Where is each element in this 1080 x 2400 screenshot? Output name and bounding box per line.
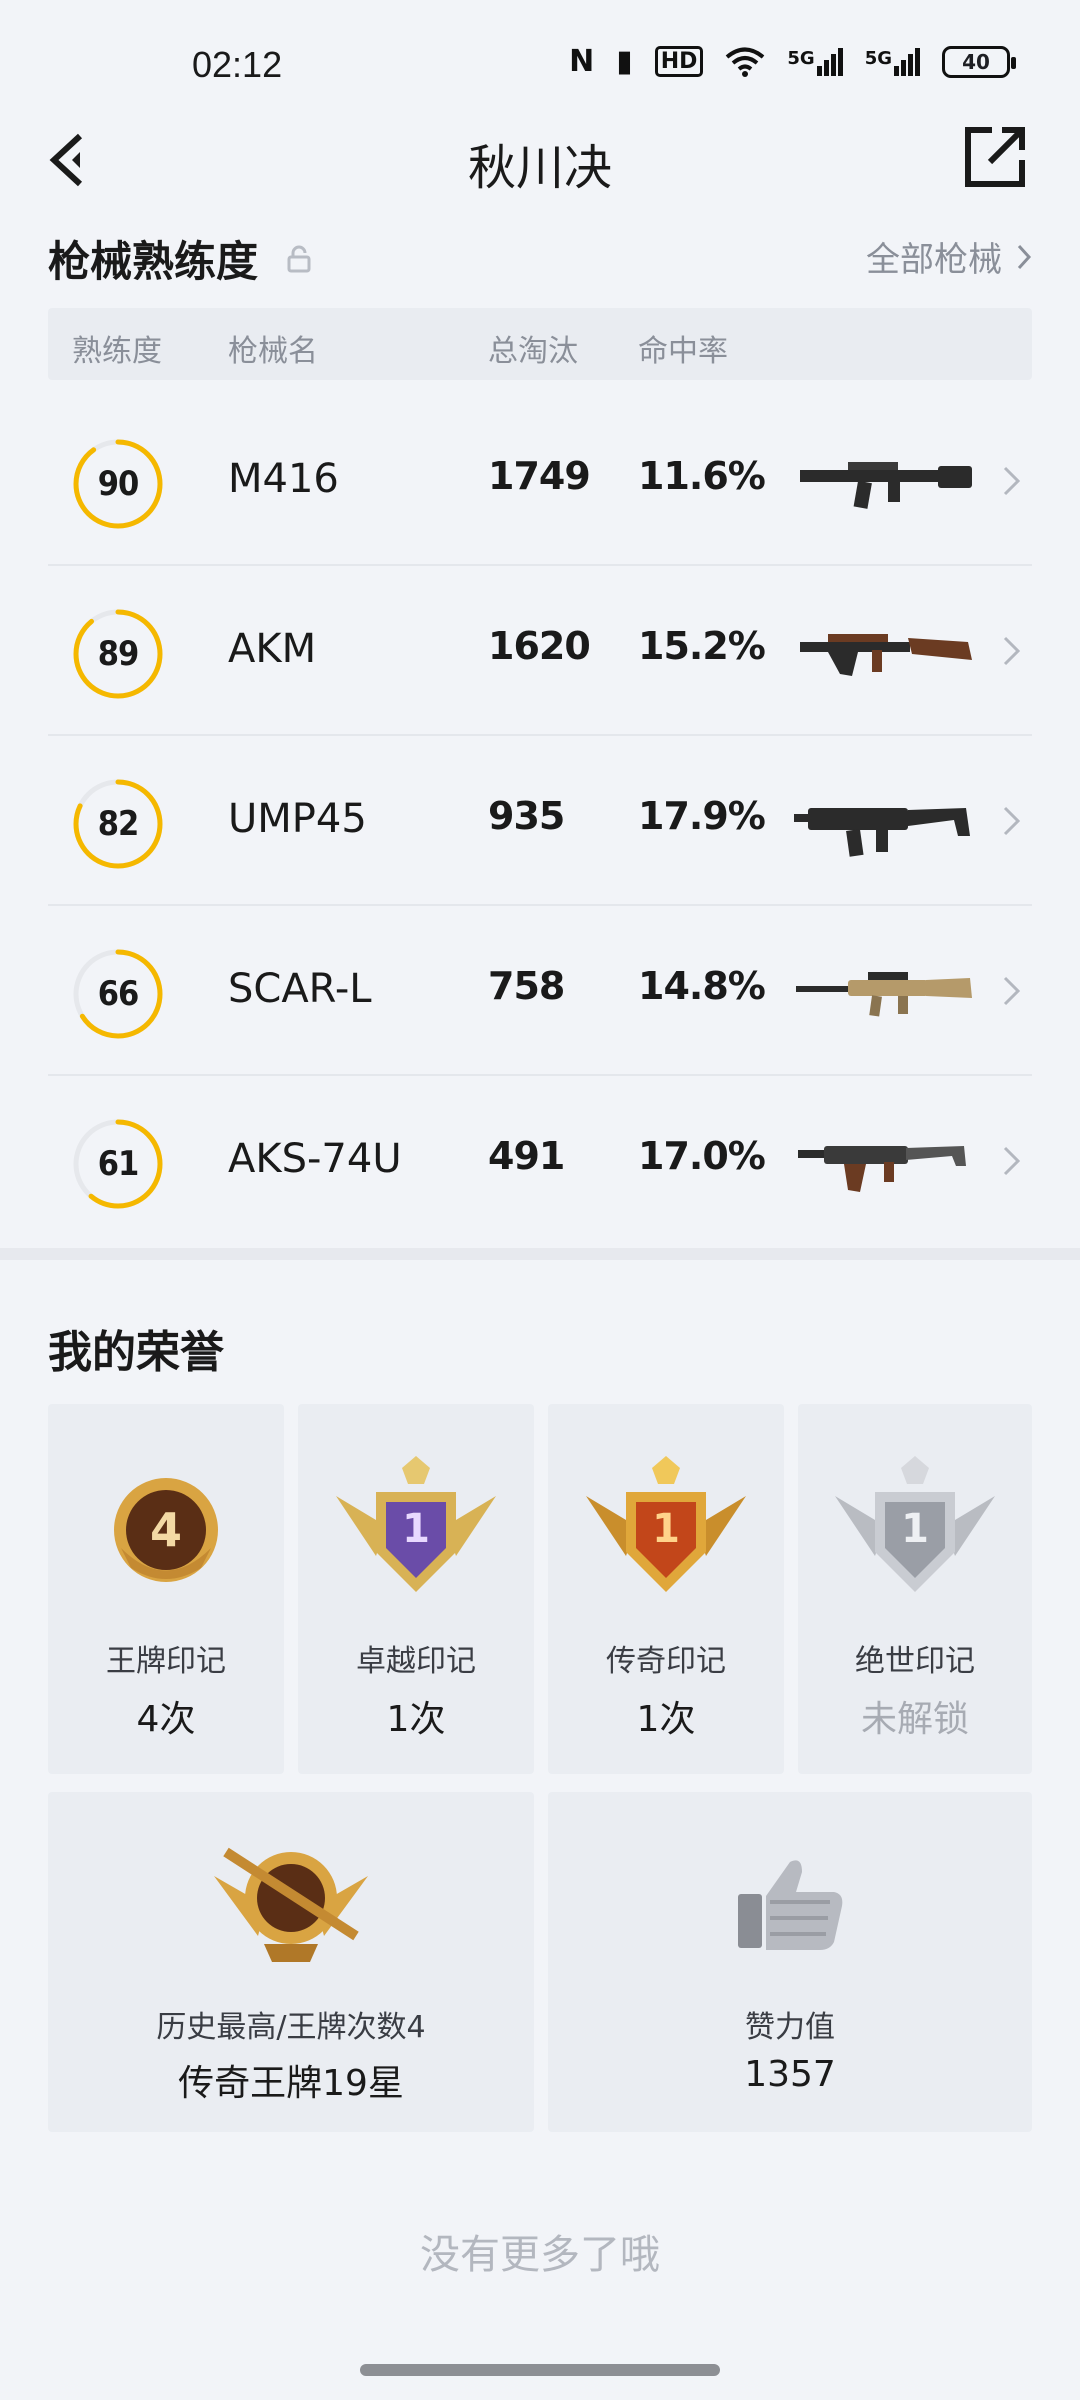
honor-card-peerless[interactable]: 1 绝世印记 未解锁 — [798, 1404, 1032, 1774]
likes-card[interactable]: 赞力值 1357 — [548, 1792, 1032, 2132]
home-indicator[interactable] — [360, 2364, 720, 2376]
chevron-right-icon — [1003, 976, 1021, 1006]
honor-value: 4次 — [136, 1699, 196, 1740]
ace-emblem-icon: 4 — [114, 1478, 218, 1582]
signal-icon-1: 5G — [787, 47, 843, 76]
column-header-level: 熟练度 — [72, 334, 162, 369]
gun-name: M416 — [228, 456, 339, 502]
honor-value: 1次 — [636, 1699, 696, 1740]
total-kills: 758 — [488, 964, 565, 1008]
highest-rank-emblem-icon — [214, 1847, 368, 1962]
weapon-mastery-header: 枪械熟练度 全部枪械 — [48, 228, 1032, 288]
column-header-rate: 命中率 — [638, 334, 728, 369]
chevron-right-icon — [1003, 806, 1021, 836]
page-title: 秋川决 — [467, 140, 612, 196]
honor-label: 王牌印记 — [106, 1644, 226, 1679]
gun-name: UMP45 — [228, 796, 367, 842]
gun-name: AKM — [228, 626, 317, 672]
highest-rank-value: 传奇王牌19星 — [178, 2063, 404, 2104]
highest-rank-label: 历史最高/王牌次数4 — [156, 2010, 426, 2045]
honor-card-legend[interactable]: 1 传奇印记 1次 — [548, 1404, 784, 1774]
chevron-right-icon — [1003, 636, 1021, 666]
gun-name: SCAR-L — [228, 966, 372, 1012]
hit-rate: 15.2% — [638, 624, 766, 668]
hit-rate: 17.0% — [638, 1134, 766, 1178]
table-row[interactable]: 61 AKS-74U 491 17.0% — [48, 1076, 1032, 1246]
table-row[interactable]: 89 AKM 1620 15.2% — [48, 566, 1032, 736]
likes-label: 赞力值 — [745, 2010, 835, 2045]
mastery-level: 82 — [97, 804, 140, 844]
chevron-right-icon — [1003, 1146, 1021, 1176]
vibrate-icon: ▮ — [616, 44, 633, 79]
battery-level: 40 — [962, 49, 990, 74]
wifi-icon — [726, 47, 765, 77]
gun-name: AKS-74U — [228, 1136, 402, 1182]
section-title: 枪械熟练度 — [48, 237, 259, 286]
section-divider — [0, 1248, 1080, 1260]
rifle-icon — [800, 462, 972, 509]
peerless-emblem-icon: 1 — [835, 1456, 995, 1592]
hit-rate: 17.9% — [638, 794, 766, 838]
all-guns-label: 全部枪械 — [866, 240, 1002, 280]
svg-text:1: 1 — [652, 1506, 680, 1552]
nfc-icon: N — [569, 44, 595, 79]
no-more-text: 没有更多了哦 — [420, 2232, 660, 2278]
total-kills: 1620 — [488, 624, 591, 668]
likes-value: 1357 — [744, 2054, 836, 2095]
chevron-right-icon — [1017, 244, 1032, 269]
legend-emblem-icon: 1 — [586, 1456, 746, 1592]
share-button[interactable] — [962, 124, 1028, 190]
signal-icon-2: 5G — [865, 47, 920, 76]
honor-value: 1次 — [386, 1699, 446, 1740]
status-icons: N ▮ HD 5G 5G 40 — [569, 44, 1016, 79]
hit-rate: 11.6% — [638, 454, 766, 498]
lock-icon[interactable] — [287, 245, 311, 273]
honor-value: 未解锁 — [860, 1699, 969, 1740]
highest-rank-card[interactable]: 历史最高/王牌次数4 传奇王牌19星 — [48, 1792, 534, 2132]
all-guns-link[interactable]: 全部枪械 — [866, 232, 1032, 281]
table-row[interactable]: 82 UMP45 935 17.9% — [48, 736, 1032, 906]
honor-label: 卓越印记 — [356, 1644, 476, 1679]
column-header-kills: 总淘汰 — [488, 334, 578, 369]
honor-card-ace[interactable]: 4 王牌印记 4次 — [48, 1404, 284, 1774]
honor-card-excellence[interactable]: 1 卓越印记 1次 — [298, 1404, 534, 1774]
hit-rate: 14.8% — [638, 964, 766, 1008]
nav-bar: 秋川决 — [0, 110, 1080, 210]
table-row[interactable]: 90 M416 1749 11.6% — [48, 396, 1032, 566]
total-kills: 935 — [488, 794, 565, 838]
total-kills: 491 — [488, 1134, 565, 1178]
honors-title: 我的荣誉 — [48, 1327, 224, 1378]
smg-icon — [794, 808, 970, 857]
honor-label: 绝世印记 — [855, 1644, 975, 1679]
mastery-level: 61 — [97, 1144, 140, 1184]
battery-icon: 40 — [942, 45, 1016, 78]
honor-label: 传奇印记 — [606, 1644, 726, 1679]
mastery-level: 90 — [97, 464, 140, 504]
table-header: 熟练度 枪械名 总淘汰 命中率 — [48, 308, 1032, 380]
total-kills: 1749 — [488, 454, 591, 498]
rifle-icon — [798, 1146, 966, 1192]
chevron-right-icon — [1003, 466, 1021, 496]
table-row[interactable]: 66 SCAR-L 758 14.8% — [48, 906, 1032, 1076]
svg-text:1: 1 — [901, 1506, 929, 1552]
hd-icon: HD — [654, 46, 704, 77]
column-header-name: 枪械名 — [228, 334, 318, 369]
mastery-level: 89 — [97, 634, 140, 674]
svg-text:1: 1 — [402, 1506, 430, 1552]
excellence-emblem-icon: 1 — [336, 1456, 496, 1592]
status-time: 02:12 — [192, 44, 283, 85]
rifle-icon — [800, 634, 972, 676]
svg-text:4: 4 — [150, 1503, 182, 1557]
mastery-level: 66 — [97, 974, 140, 1014]
rifle-icon — [796, 972, 972, 1017]
thumbs-up-icon — [738, 1860, 843, 1950]
